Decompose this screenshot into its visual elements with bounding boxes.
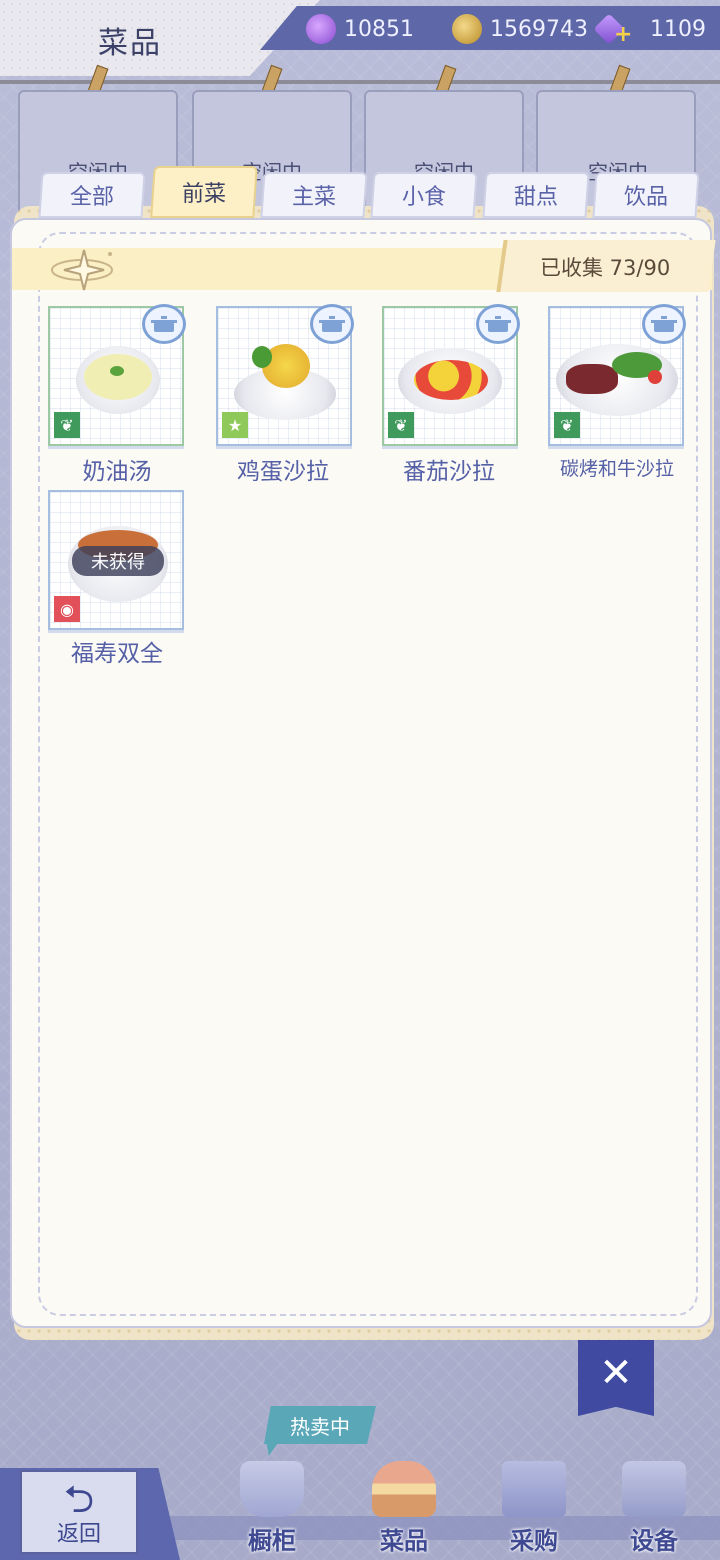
gem-count: 10851 (344, 16, 414, 42)
tab-label: 饮品 (623, 185, 668, 210)
dish-card[interactable]: ★ (216, 304, 354, 446)
currency-energy[interactable]: + 1109 (593, 12, 706, 47)
currency-coins[interactable]: 1569743 (452, 12, 588, 46)
tab-appetizer[interactable]: 前菜 (150, 166, 258, 218)
not-obtained-label: 未获得 (72, 546, 164, 576)
dish-card-locked[interactable]: 未获得 ◉ (48, 490, 184, 630)
tab-drinks[interactable]: 饮品 (592, 172, 700, 218)
purple-gem-icon (306, 14, 336, 44)
sparkle-icon (51, 249, 113, 291)
coin-count: 1569743 (490, 16, 588, 42)
leaf-icon: ❦ (554, 412, 580, 438)
pot-icon (642, 304, 686, 344)
dish-card[interactable]: ❦ (48, 304, 186, 446)
close-button[interactable]: ✕ (578, 1340, 654, 1416)
herb-image (110, 366, 124, 376)
energy-count: 1109 (650, 16, 706, 42)
nav-label: 菜品 (380, 1527, 428, 1555)
nav-label: 设备 (630, 1527, 678, 1555)
shopping-bag-icon (502, 1461, 566, 1517)
leaf-icon: ❦ (388, 412, 414, 438)
tab-label: 前菜 (181, 182, 226, 207)
nav-equipment[interactable]: 设备 (604, 1456, 704, 1556)
back-label: 返回 (56, 1522, 101, 1547)
nav-purchase[interactable]: 采购 (484, 1456, 584, 1556)
dish-name: 福寿双全 (71, 641, 163, 667)
pot-icon (142, 304, 186, 344)
header: 菜品 10851 1569743 + 1109 (0, 0, 720, 96)
collection-count: 已收集 73/90 (540, 256, 671, 280)
nav-label: 橱柜 (248, 1527, 296, 1555)
pot-icon (310, 304, 354, 344)
tomato-image (648, 370, 662, 384)
dish-name: 奶油汤 (82, 459, 152, 485)
plus-icon: + (614, 22, 633, 47)
leaf-icon: ❦ (54, 412, 80, 438)
hot-selling-tag: 热卖中 (264, 1406, 376, 1444)
page-title: 菜品 (98, 26, 162, 61)
dish-card[interactable]: ❦ (548, 304, 686, 446)
soup-image (84, 354, 152, 400)
lantern-icon: ◉ (54, 596, 80, 622)
coffee-machine-icon (622, 1461, 686, 1517)
gold-coin-icon (452, 14, 482, 44)
nav-dishes[interactable]: 菜品 (354, 1456, 454, 1556)
dish-card[interactable]: ❦ (382, 304, 520, 446)
burger-icon (372, 1461, 436, 1517)
beef-image (566, 364, 618, 394)
currency-gems[interactable]: 10851 (306, 12, 414, 46)
tab-label: 甜点 (513, 185, 558, 210)
cabinet-icon (240, 1461, 304, 1517)
tab-all[interactable]: 全部 (38, 172, 146, 218)
tab-dessert[interactable]: 甜点 (482, 172, 590, 218)
return-arrow-icon: ⮌ (63, 1477, 95, 1521)
category-tabs: 全部 前菜 主菜 小食 甜点 饮品 (38, 166, 700, 220)
pot-icon (476, 304, 520, 344)
tab-main-course[interactable]: 主菜 (260, 172, 368, 218)
tab-label: 小食 (401, 185, 446, 210)
nav-label: 采购 (510, 1527, 558, 1555)
back-button[interactable]: ⮌ 返回 (20, 1470, 138, 1554)
dish-name: 碳烤和牛沙拉 (559, 458, 674, 480)
tab-label: 主菜 (291, 185, 336, 210)
star-icon: ★ (222, 412, 248, 438)
nav-cabinet[interactable]: 橱柜 (222, 1456, 322, 1556)
broccoli-image (252, 346, 272, 368)
dish-name: 鸡蛋沙拉 (237, 459, 329, 485)
tab-snack[interactable]: 小食 (370, 172, 478, 218)
tomato-salad-image (414, 360, 488, 400)
dish-name: 番茄沙拉 (403, 459, 495, 485)
tab-label: 全部 (69, 185, 114, 210)
